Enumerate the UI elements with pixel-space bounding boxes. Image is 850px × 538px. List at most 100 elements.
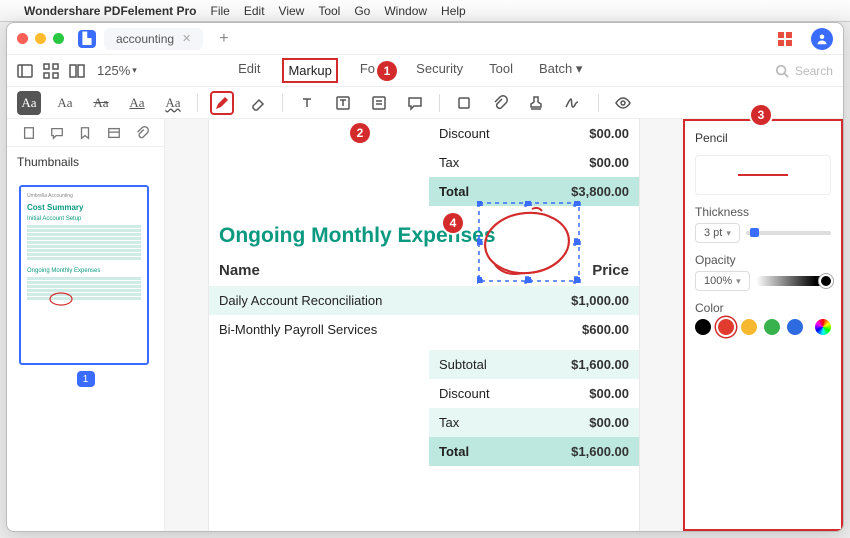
thickness-slider[interactable]: [746, 231, 831, 235]
sidebar-toggle-icon[interactable]: [17, 63, 33, 79]
eraser-tool[interactable]: [246, 91, 270, 115]
stamp-tool[interactable]: [524, 91, 548, 115]
stroke-preview: [695, 155, 831, 195]
app-window: ▙ accounting ✕ + 125%▾ Edit Markup Form …: [6, 22, 844, 532]
text-style-2[interactable]: Aa: [53, 91, 77, 115]
menu-help[interactable]: Help: [441, 4, 466, 18]
attachments-panel-icon[interactable]: [135, 126, 149, 140]
upper-discount-value: $00.00: [529, 119, 639, 148]
mode-markup[interactable]: Markup: [282, 58, 337, 83]
text-box-tool[interactable]: [295, 91, 319, 115]
window-body: Thumbnails Umbrella Accounting Cost Summ…: [7, 119, 843, 531]
menu-edit[interactable]: Edit: [244, 4, 265, 18]
subtotal-label: Subtotal: [429, 350, 529, 379]
color-swatches: [695, 319, 831, 335]
document-canvas[interactable]: Discount$00.00 Tax$00.00 Total$3,800.00 …: [165, 119, 683, 531]
upper-tax-label: Tax: [429, 148, 529, 177]
grid-apps-icon[interactable]: [777, 31, 793, 47]
document-tab[interactable]: accounting ✕: [104, 28, 203, 50]
color-blue[interactable]: [787, 319, 803, 335]
minimize-window[interactable]: [35, 33, 46, 44]
thumbnails-view-icon[interactable]: [43, 63, 59, 79]
mode-security[interactable]: Security: [412, 58, 467, 83]
system-menubar: Wondershare PDFelement Pro File Edit Vie…: [0, 0, 850, 22]
menu-tool[interactable]: Tool: [318, 4, 340, 18]
thumbnail-panel-icon[interactable]: [22, 126, 36, 140]
close-tab-icon[interactable]: ✕: [182, 32, 191, 45]
opacity-slider[interactable]: [756, 276, 831, 286]
shape-tool[interactable]: [452, 91, 476, 115]
color-yellow[interactable]: [741, 319, 757, 335]
total-label: Total: [429, 437, 529, 466]
callout-4: 4: [443, 213, 463, 233]
pencil-tool[interactable]: [210, 91, 234, 115]
comment-tool[interactable]: [403, 91, 427, 115]
menu-file[interactable]: File: [211, 4, 230, 18]
underline-tool[interactable]: Aa: [125, 91, 149, 115]
sidebar-title: Thumbnails: [7, 147, 164, 177]
window-titlebar: ▙ accounting ✕ +: [7, 23, 843, 55]
text-callout-tool[interactable]: [331, 91, 355, 115]
attachment-tool[interactable]: [488, 91, 512, 115]
note-tool[interactable]: [367, 91, 391, 115]
app-name[interactable]: Wondershare PDFelement Pro: [24, 4, 197, 18]
menu-view[interactable]: View: [279, 4, 305, 18]
sidebar-tabs: [7, 119, 164, 147]
mode-tabs: Edit Markup Form Security Tool Batch: [234, 58, 586, 83]
color-green[interactable]: [764, 319, 780, 335]
panel-title: Pencil: [695, 131, 831, 145]
upper-total-value: $3,800.00: [529, 177, 639, 206]
divider: [197, 94, 198, 112]
callout-1: 1: [377, 61, 397, 81]
new-tab-button[interactable]: +: [211, 30, 236, 48]
discount-value: $00.00: [529, 379, 639, 408]
tax-value: $00.00: [529, 408, 639, 437]
signature-tool[interactable]: [560, 91, 584, 115]
color-label: Color: [695, 301, 831, 315]
markup-toolbar: Aa Aa Aa Aa Aa: [7, 87, 843, 119]
callout-3: 3: [751, 105, 771, 125]
app-logo-icon: ▙: [78, 30, 96, 48]
user-avatar[interactable]: [811, 28, 833, 50]
page-number-badge: 1: [77, 371, 95, 387]
pdf-page[interactable]: Discount$00.00 Tax$00.00 Total$3,800.00 …: [209, 119, 639, 531]
item-2-name: Bi-Monthly Payroll Services: [209, 315, 511, 344]
page-thumbnail[interactable]: Umbrella Accounting Cost Summary Initial…: [19, 185, 149, 365]
color-black[interactable]: [695, 319, 711, 335]
thickness-select[interactable]: 3 pt: [695, 223, 740, 243]
item-1-name: Daily Account Reconciliation: [209, 286, 511, 315]
fields-panel-icon[interactable]: [107, 126, 121, 140]
col-price: Price: [511, 256, 639, 286]
color-red[interactable]: [718, 319, 734, 335]
search-field[interactable]: Search: [775, 64, 833, 78]
squiggly-tool[interactable]: Aa: [161, 91, 185, 115]
zoom-dropdown[interactable]: 125%▾: [97, 63, 137, 78]
discount-label: Discount: [429, 379, 529, 408]
menu-window[interactable]: Window: [384, 4, 427, 18]
opacity-select[interactable]: 100%: [695, 271, 750, 291]
callout-2: 2: [350, 123, 370, 143]
strikethrough-tool[interactable]: Aa: [89, 91, 113, 115]
comments-panel-icon[interactable]: [50, 126, 64, 140]
divider: [282, 94, 283, 112]
search-icon: [775, 64, 789, 78]
bookmarks-panel-icon[interactable]: [78, 126, 92, 140]
highlight-tool[interactable]: Aa: [17, 91, 41, 115]
upper-discount-label: Discount: [429, 119, 529, 148]
mode-tool[interactable]: Tool: [485, 58, 517, 83]
properties-panel: Pencil Thickness 3 pt Opacity 100% Color: [683, 119, 843, 531]
sidebar: Thumbnails Umbrella Accounting Cost Summ…: [7, 119, 165, 531]
upper-tax-value: $00.00: [529, 148, 639, 177]
hide-markup-icon[interactable]: [611, 91, 635, 115]
thumb-annotation-preview: [49, 292, 73, 306]
zoom-window[interactable]: [53, 33, 64, 44]
menu-go[interactable]: Go: [354, 4, 370, 18]
close-window[interactable]: [17, 33, 28, 44]
subtotal-value: $1,600.00: [529, 350, 639, 379]
two-page-view-icon[interactable]: [69, 63, 85, 79]
document-tab-label: accounting: [116, 32, 174, 46]
color-picker-icon[interactable]: [815, 319, 831, 335]
mode-batch[interactable]: Batch: [535, 58, 586, 83]
mode-edit[interactable]: Edit: [234, 58, 264, 83]
main-toolbar: 125%▾ Edit Markup Form Security Tool Bat…: [7, 55, 843, 87]
